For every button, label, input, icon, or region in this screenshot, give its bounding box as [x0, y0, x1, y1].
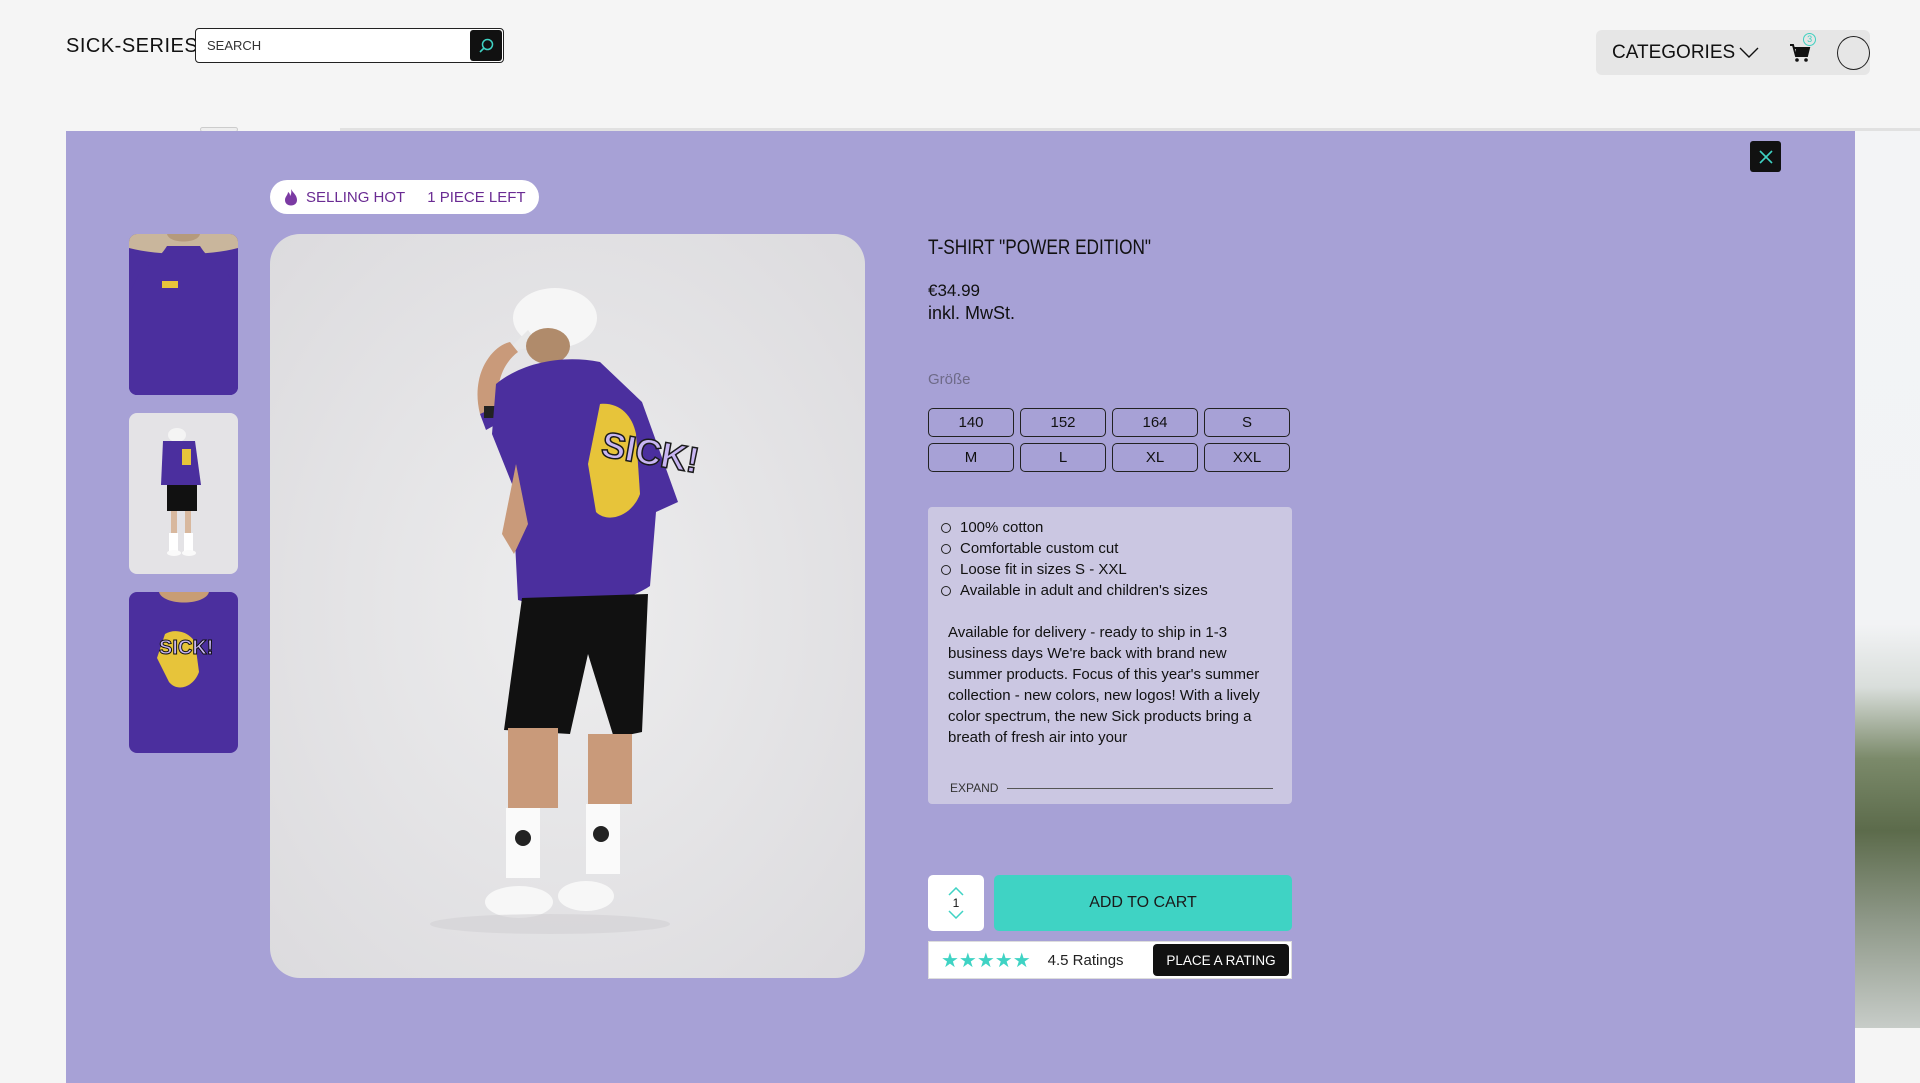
nav-bar: CATEGORIES 3 [1596, 30, 1870, 75]
close-icon [1758, 149, 1773, 164]
size-label: Größe [928, 371, 971, 388]
chevron-down-icon[interactable] [948, 910, 964, 919]
main-product-image[interactable]: SICK! [270, 234, 865, 978]
stock-badge: SELLING HOT 1 PIECE LEFT [270, 180, 539, 214]
add-to-cart-button[interactable]: ADD TO CART [994, 875, 1292, 931]
chevron-up-icon[interactable] [948, 887, 964, 896]
feature-item: Comfortable custom cut [941, 538, 1276, 559]
thumbnail-front[interactable] [129, 234, 238, 395]
quantity-stepper: 1 [928, 875, 984, 931]
cart-count-badge: 3 [1803, 32, 1817, 46]
product-description-panel: 100% cotton Comfortable custom cut Loose… [928, 507, 1292, 804]
rating-count: 4.5 Ratings [1047, 951, 1124, 969]
categories-label: CATEGORIES [1612, 41, 1736, 63]
description-text: Available for delivery - ready to ship i… [948, 624, 1260, 746]
size-option[interactable]: S [1204, 408, 1290, 437]
background-photo [1855, 131, 1920, 1028]
search-button[interactable] [470, 30, 502, 61]
product-title: T-SHIRT "POWER EDITION" [928, 236, 1152, 259]
search-icon [479, 38, 494, 53]
categories-menu[interactable]: CATEGORIES [1612, 42, 1759, 64]
thumbnail-back-full[interactable] [129, 413, 238, 574]
feature-item: Available in adult and children's sizes [941, 580, 1276, 601]
expand-description-button[interactable]: EXPAND [950, 781, 1273, 795]
bullet-circle-icon [941, 585, 951, 596]
tax-note: inkl. MwSt. [928, 303, 1016, 323]
size-selector: 140 152 164 S M L XL XXL [928, 408, 1293, 472]
place-rating-button[interactable]: PLACE A RATING [1153, 944, 1289, 976]
bullet-circle-icon [941, 522, 951, 533]
flame-icon [285, 189, 297, 206]
selling-hot-label: SELLING HOT [306, 188, 406, 206]
size-option[interactable]: M [928, 443, 1014, 472]
site-logo[interactable]: SICK-SERIES [66, 35, 198, 58]
size-option[interactable]: 164 [1112, 408, 1198, 437]
chevron-down-icon [1739, 47, 1759, 58]
account-avatar[interactable] [1837, 35, 1870, 70]
feature-item: Loose fit in sizes S - XXL [941, 559, 1276, 580]
thumbnail-back-print[interactable]: SICK! [129, 592, 238, 753]
search-bar [195, 28, 504, 63]
size-option[interactable]: L [1020, 443, 1106, 472]
rating-bar: ★★★★★ 4.5 Ratings PLACE A RATING [928, 941, 1292, 979]
size-option[interactable]: XL [1112, 443, 1198, 472]
expand-label: EXPAND [950, 781, 999, 795]
bullet-circle-icon [941, 543, 951, 554]
stock-left-label: 1 PIECE LEFT [427, 188, 526, 206]
product-price: €34.99 [928, 281, 980, 300]
quantity-value[interactable]: 1 [953, 896, 960, 910]
size-option[interactable]: 152 [1020, 408, 1106, 437]
bullet-circle-icon [941, 564, 951, 575]
cart-button[interactable]: 3 [1788, 32, 1817, 65]
size-option[interactable]: XXL [1204, 443, 1290, 472]
close-modal-button[interactable] [1750, 141, 1781, 172]
feature-item: 100% cotton [941, 517, 1276, 538]
expand-divider [1007, 787, 1273, 789]
star-rating-icon: ★★★★★ [941, 949, 1031, 972]
size-option[interactable]: 140 [928, 408, 1014, 437]
svg-text:SICK!: SICK! [159, 637, 213, 659]
search-input[interactable] [196, 29, 470, 62]
